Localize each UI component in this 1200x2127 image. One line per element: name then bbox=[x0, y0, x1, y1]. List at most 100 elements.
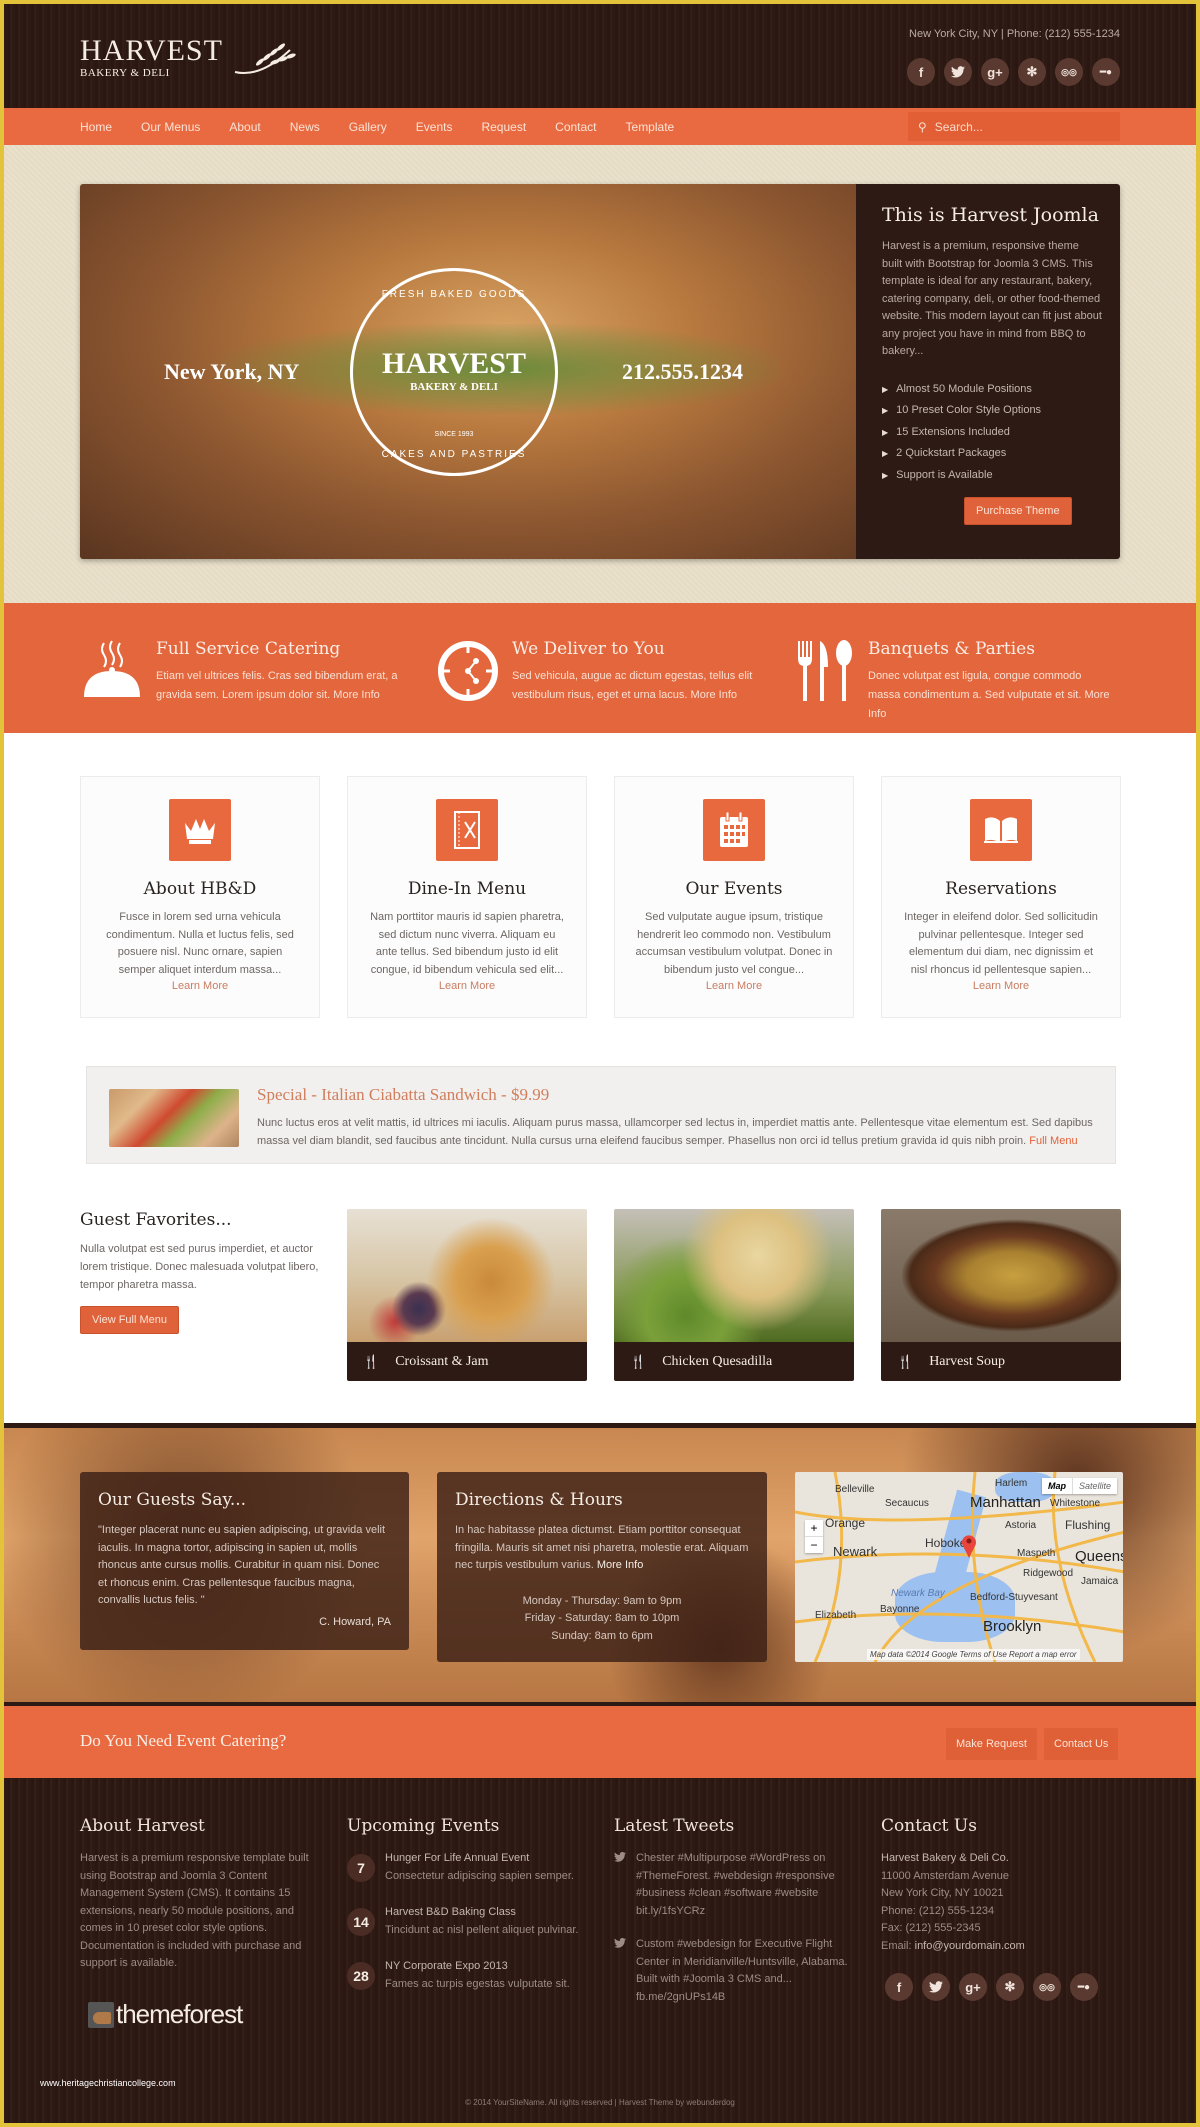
themeforest-wordmark: themeforest bbox=[116, 1999, 243, 2029]
tripadvisor-icon[interactable]: ◎◎ bbox=[1055, 58, 1083, 86]
themeforest-icon bbox=[88, 2001, 114, 2028]
nav-item-contact[interactable]: Contact bbox=[555, 120, 596, 134]
map-label: Whitestone bbox=[1050, 1498, 1101, 1509]
card-title: Dine-In Menu bbox=[407, 879, 527, 899]
favorite-name: Chicken Quesadilla bbox=[662, 1353, 773, 1369]
nav-item-gallery[interactable]: Gallery bbox=[349, 120, 387, 134]
guests-say-title: Our Guests Say... bbox=[98, 1490, 247, 1510]
learn-more-link[interactable]: Learn More bbox=[882, 980, 1120, 992]
tripadvisor-icon[interactable]: ◎◎ bbox=[1033, 1973, 1061, 2001]
page: HARVEST BAKERY & DELI New York City, NY … bbox=[4, 4, 1196, 2123]
nav-item-home[interactable]: Home bbox=[80, 120, 112, 134]
nav-menu: Home Our Menus About News Gallery Events… bbox=[80, 108, 703, 145]
directions-hours-box: Directions & Hours In hac habitasse plat… bbox=[437, 1472, 767, 1662]
card-text: Integer in eleifend dolor. Sed sollicitu… bbox=[904, 911, 1098, 976]
fork-knife-icon: 🍴 bbox=[630, 1353, 647, 1369]
urbanspoon-icon[interactable]: ━● bbox=[1092, 58, 1120, 86]
map-label: Bedford-Stuyvesant bbox=[970, 1592, 1058, 1603]
guest-favorites-intro: Guest Favorites... Nulla volutpat est se… bbox=[80, 1210, 320, 1334]
event-day-badge: 28 bbox=[347, 1962, 375, 1990]
badge-since: SINCE 1993 bbox=[434, 431, 474, 438]
logo-subtitle: BAKERY & DELI bbox=[80, 67, 170, 79]
twitter-icon[interactable] bbox=[944, 58, 972, 86]
themeforest-logo[interactable]: themeforest bbox=[88, 1999, 243, 2030]
catering-cta-bar: Do You Need Event Catering? Make Request… bbox=[4, 1706, 1196, 1778]
tweet-item[interactable]: Custom #webdesign for Executive Flight C… bbox=[614, 1936, 854, 2006]
feature-item: Support is Available bbox=[882, 465, 1102, 487]
hero-location: New York, NY bbox=[164, 359, 300, 384]
map-type-toggle: Map Satellite bbox=[1041, 1478, 1117, 1494]
nav-item-request[interactable]: Request bbox=[481, 120, 526, 134]
service-title: Banquets & Parties bbox=[868, 639, 1035, 659]
event-item[interactable]: 28 NY Corporate Expo 2013 Fames ac turpi… bbox=[347, 1958, 587, 1994]
nav-item-template[interactable]: Template bbox=[626, 120, 675, 134]
nav-item-news[interactable]: News bbox=[290, 120, 320, 134]
site-logo[interactable]: HARVEST BAKERY & DELI bbox=[80, 34, 296, 79]
facebook-icon[interactable]: f bbox=[885, 1973, 913, 2001]
more-info-link[interactable]: More Info bbox=[597, 1559, 643, 1571]
contact-email: Email: info@yourdomain.com bbox=[881, 1939, 1025, 1952]
favorite-item[interactable]: 🍴 Croissant & Jam bbox=[347, 1209, 587, 1381]
purchase-theme-button[interactable]: Purchase Theme bbox=[964, 497, 1072, 525]
yelp-icon[interactable]: ✻ bbox=[996, 1973, 1024, 2001]
nav-item-our-menus[interactable]: Our Menus bbox=[141, 120, 200, 134]
zoom-out-button[interactable]: − bbox=[805, 1536, 823, 1553]
email-link[interactable]: info@yourdomain.com bbox=[915, 1940, 1025, 1952]
google-map[interactable]: Belleville Secaucus Manhattan Harlem Whi… bbox=[795, 1472, 1123, 1662]
contact-us-button[interactable]: Contact Us bbox=[1044, 1728, 1119, 1760]
card-about: About HB&D Fusce in lorem sed urna vehic… bbox=[80, 776, 320, 1018]
map-type-map[interactable]: Map bbox=[1042, 1478, 1072, 1494]
quesadilla-image bbox=[614, 1209, 854, 1342]
map-label: Harlem bbox=[995, 1478, 1028, 1489]
watermark-text: www.heritagechristiancollege.com bbox=[40, 2078, 176, 2088]
more-info-link[interactable]: More Info bbox=[333, 689, 379, 701]
footer-about-title: About Harvest bbox=[80, 1816, 205, 1836]
logo-title: HARVEST bbox=[80, 34, 223, 67]
tweet-text: Custom #webdesign for Executive Flight C… bbox=[636, 1938, 848, 2003]
footer-events-title: Upcoming Events bbox=[347, 1816, 500, 1836]
favorite-item[interactable]: 🍴 Chicken Quesadilla bbox=[614, 1209, 854, 1381]
service-title: We Deliver to You bbox=[512, 639, 665, 659]
event-item[interactable]: 14 Harvest B&D Baking Class Tincidunt ac… bbox=[347, 1904, 587, 1940]
map-pin-icon[interactable] bbox=[961, 1534, 977, 1558]
favorite-item[interactable]: 🍴 Harvest Soup bbox=[881, 1209, 1121, 1381]
learn-more-link[interactable]: Learn More bbox=[348, 980, 586, 992]
zoom-in-button[interactable]: + bbox=[805, 1520, 823, 1536]
footer-contact-title: Contact Us bbox=[881, 1816, 977, 1836]
footer-tweets: Latest Tweets Chester #Multipurpose #Wor… bbox=[614, 1816, 854, 2022]
nav-item-about[interactable]: About bbox=[229, 120, 260, 134]
twitter-icon bbox=[614, 1852, 626, 1862]
special-text: Nunc luctus eros at velit mattis, id ult… bbox=[257, 1117, 1093, 1147]
search-icon: ⚲ bbox=[918, 119, 927, 134]
full-menu-link[interactable]: Full Menu bbox=[1029, 1135, 1077, 1147]
map-label: Secaucus bbox=[885, 1498, 929, 1509]
facebook-icon[interactable]: f bbox=[907, 58, 935, 86]
map-label: Astoria bbox=[1005, 1520, 1037, 1531]
yelp-icon[interactable]: ✻ bbox=[1018, 58, 1046, 86]
badge-name: HARVEST bbox=[382, 347, 526, 380]
more-info-link[interactable]: More Info bbox=[691, 689, 737, 701]
nav-item-events[interactable]: Events bbox=[416, 120, 453, 134]
urbanspoon-icon[interactable]: ━● bbox=[1070, 1973, 1098, 2001]
view-full-menu-button[interactable]: View Full Menu bbox=[80, 1306, 179, 1334]
hero-image[interactable]: New York, NY FRESH BAKED GOODS HARVEST B… bbox=[80, 184, 856, 559]
tweet-item[interactable]: Chester #Multipurpose #WordPress on #The… bbox=[614, 1850, 854, 1920]
map-type-satellite[interactable]: Satellite bbox=[1071, 1478, 1117, 1494]
event-title: NY Corporate Expo 2013 bbox=[385, 1960, 508, 1972]
google-plus-icon[interactable]: g+ bbox=[981, 58, 1009, 86]
event-day-badge: 14 bbox=[347, 1908, 375, 1936]
menu-book-icon bbox=[436, 799, 498, 861]
learn-more-link[interactable]: Learn More bbox=[615, 980, 853, 992]
learn-more-link[interactable]: Learn More bbox=[81, 980, 319, 992]
header-social-links: f g+ ✻ ◎◎ ━● bbox=[907, 58, 1120, 86]
make-request-button[interactable]: Make Request bbox=[946, 1728, 1037, 1760]
twitter-icon[interactable] bbox=[922, 1973, 950, 2001]
card-text: Sed vulputate augue ipsum, tristique hen… bbox=[635, 911, 833, 976]
search-box: ⚲ bbox=[908, 112, 1120, 141]
hours-line: Sunday: 8am to 6pm bbox=[551, 1629, 653, 1642]
directions-title: Directions & Hours bbox=[455, 1490, 623, 1510]
event-item[interactable]: 7 Hunger For Life Annual Event Consectet… bbox=[347, 1850, 587, 1886]
service-text: Etiam vel ultrices felis. Cras sed biben… bbox=[156, 670, 398, 701]
search-input[interactable] bbox=[934, 119, 1105, 134]
google-plus-icon[interactable]: g+ bbox=[959, 1973, 987, 2001]
